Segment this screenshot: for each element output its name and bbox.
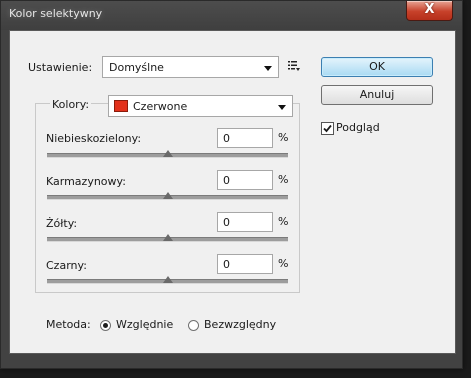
- yellow-unit: %: [278, 215, 289, 228]
- slider-label-cyan: Niebieskozielony:: [46, 132, 142, 145]
- checkmark-icon: [323, 124, 332, 133]
- close-button[interactable]: X: [406, 1, 453, 21]
- yellow-value-field[interactable]: 0: [217, 212, 273, 232]
- dialog-window: Kolor selektywny X Ustawienie: Domyślne …: [0, 0, 463, 369]
- chevron-down-icon: [264, 66, 272, 71]
- title-bar[interactable]: Kolor selektywny X: [1, 1, 462, 30]
- method-absolute-radio[interactable]: [188, 320, 199, 331]
- dialog-body: Ustawienie: Domyślne OK Anuluj Podgląd K…: [9, 30, 456, 354]
- preset-label: Ustawienie:: [28, 61, 93, 74]
- cyan-unit: %: [278, 131, 289, 144]
- preset-value: Domyślne: [109, 61, 164, 74]
- colors-dropdown[interactable]: Czerwone: [108, 95, 293, 117]
- yellow-slider-thumb[interactable]: [162, 234, 173, 241]
- close-icon: X: [424, 2, 435, 17]
- colors-label: Kolory:: [50, 98, 92, 111]
- method-relative-label: Względnie: [116, 318, 174, 331]
- preset-options-icon[interactable]: [288, 61, 300, 75]
- magenta-unit: %: [278, 173, 289, 186]
- method-absolute-label: Bezwzględny: [204, 318, 277, 331]
- radio-selected-dot: [103, 323, 108, 328]
- preview-label: Podgląd: [336, 121, 380, 134]
- cyan-slider-thumb[interactable]: [162, 150, 173, 157]
- cyan-value-field[interactable]: 0: [217, 128, 273, 148]
- magenta-slider-thumb[interactable]: [162, 192, 173, 199]
- window-title: Kolor selektywny: [9, 7, 103, 20]
- preset-dropdown[interactable]: Domyślne: [102, 56, 279, 78]
- black-value-field[interactable]: 0: [217, 254, 273, 274]
- slider-label-yellow: Żółty:: [46, 217, 78, 230]
- ok-button[interactable]: OK: [321, 57, 433, 77]
- color-swatch: [114, 100, 128, 112]
- black-slider-thumb[interactable]: [162, 276, 173, 283]
- slider-label-magenta: Karmazynowy:: [46, 175, 126, 188]
- black-unit: %: [278, 257, 289, 270]
- method-label: Metoda:: [46, 318, 91, 331]
- cancel-button[interactable]: Anuluj: [321, 85, 433, 105]
- colors-value: Czerwone: [133, 100, 188, 113]
- preview-checkbox[interactable]: [321, 122, 334, 135]
- magenta-value-field[interactable]: 0: [217, 170, 273, 190]
- method-relative-radio[interactable]: [100, 320, 111, 331]
- chevron-down-icon: [278, 105, 286, 110]
- slider-label-black: Czarny:: [46, 259, 87, 272]
